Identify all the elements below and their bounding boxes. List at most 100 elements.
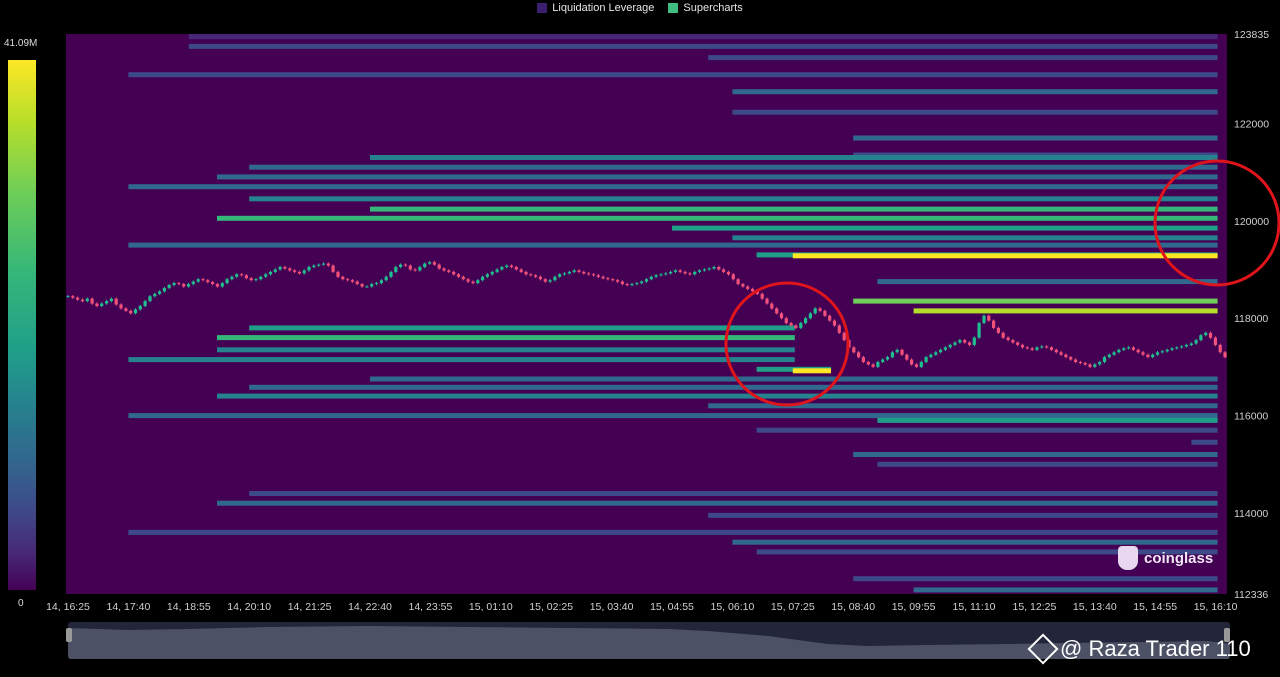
x-tick-label-15: 15, 11:10	[952, 601, 995, 613]
candle-body-133	[707, 268, 711, 270]
heatmap-band-36	[1191, 439, 1218, 445]
candle-body-24	[182, 284, 186, 287]
candle-body-55	[331, 265, 335, 272]
candle-body-67	[389, 271, 393, 277]
candle-body-28	[201, 279, 205, 281]
candle-body-37	[244, 275, 248, 279]
candle-body-209	[1074, 359, 1078, 362]
heatmap-band-22	[913, 308, 1218, 314]
x-tick-label-6: 14, 23:55	[409, 601, 453, 613]
candle-body-45	[283, 267, 287, 269]
candle-body-207	[1064, 354, 1068, 358]
candle-body-107	[582, 271, 586, 274]
heatmap-band-15	[672, 225, 1218, 231]
candle-body-191	[987, 315, 991, 321]
candle-body-121	[649, 276, 653, 280]
y-tick-label-0: 123835	[1234, 29, 1269, 41]
candle-body-135	[717, 267, 721, 270]
candle-body-18	[153, 293, 157, 297]
candle-body-158	[828, 315, 832, 321]
heatmap-band-26	[128, 357, 795, 363]
candle-body-88	[490, 271, 494, 275]
candle-body-66	[384, 276, 388, 281]
candle-body-129	[688, 273, 692, 275]
candle-10	[114, 297, 118, 306]
heatmap-band-14	[217, 215, 1218, 221]
candle-body-60	[355, 281, 359, 284]
candle-body-134	[712, 267, 716, 269]
x-tick-label-14: 15, 09:55	[892, 601, 936, 613]
candle-body-99	[543, 279, 547, 282]
candle-body-58	[346, 279, 350, 281]
candle-body-52	[317, 264, 321, 266]
candle-body-120	[644, 279, 649, 282]
candle-body-106	[577, 270, 581, 272]
heatmap-chart[interactable]: 123835 122000 120000 118000 116000 114000 1123…	[0, 0, 1280, 677]
candle-body-234	[1194, 340, 1198, 344]
candle-body-132	[702, 269, 706, 271]
candle-body-92	[509, 265, 514, 268]
candle-body-39	[254, 279, 258, 281]
candle-body-222	[1136, 349, 1140, 353]
heatmap-band-2	[708, 55, 1218, 61]
candle-body-84	[471, 281, 475, 284]
heatmap-band-13	[370, 206, 1218, 212]
x-tick-label-13: 15, 08:40	[831, 601, 875, 613]
candle-body-219	[1122, 348, 1126, 350]
candle-239	[1218, 343, 1222, 354]
heatmap-band-33	[128, 413, 1218, 419]
candle-body-145	[765, 298, 769, 304]
candle-body-157	[823, 310, 827, 316]
heatmap-band-23	[249, 325, 795, 331]
heatmap-band-20	[877, 279, 1218, 285]
candle-190	[982, 314, 986, 325]
candle-body-178	[924, 357, 928, 362]
candle-body-201	[1035, 347, 1039, 350]
candle-body-10	[114, 298, 118, 305]
heatmap-band-45	[853, 576, 1218, 582]
candle-body-23	[177, 283, 181, 285]
heatmap-band-35	[756, 427, 1218, 433]
candle-body-224	[1146, 354, 1150, 358]
candle-body-105	[572, 270, 576, 272]
candle-body-206	[1059, 352, 1063, 355]
candle-body-130	[693, 271, 697, 275]
navigator-left-handle[interactable]	[66, 628, 72, 642]
candle-body-163	[852, 347, 856, 353]
candle-body-56	[336, 271, 340, 277]
candle-body-179	[929, 354, 933, 358]
candle-body-208	[1069, 357, 1073, 360]
candle-body-216	[1107, 354, 1111, 358]
heatmap-band-28	[792, 368, 831, 374]
candle-body-194	[1001, 332, 1005, 338]
candle-body-141	[746, 286, 750, 289]
candle-body-229	[1170, 348, 1174, 350]
candle-body-111	[601, 276, 605, 279]
candle-body-40	[259, 276, 263, 280]
candle-body-237	[1208, 332, 1213, 338]
x-tick-label-12: 15, 07:25	[771, 601, 815, 613]
candle-body-190	[982, 315, 986, 323]
candle-body-9	[109, 298, 113, 302]
candle-body-183	[948, 344, 952, 348]
candle-body-73	[418, 267, 422, 271]
candle-body-128	[683, 271, 687, 274]
heatmap-band-37	[853, 452, 1218, 457]
candle-body-117	[630, 284, 634, 286]
candle-body-48	[297, 271, 301, 274]
candle-body-19	[158, 291, 162, 294]
candle-body-33	[225, 279, 229, 284]
candle-body-83	[466, 279, 470, 282]
candle-body-126	[673, 270, 677, 272]
candle-body-187	[967, 342, 972, 345]
heatmap-band-16	[732, 235, 1218, 241]
candle-body-215	[1102, 357, 1107, 362]
candle-body-78	[442, 268, 446, 271]
candle-body-153	[804, 318, 808, 324]
candle-body-119	[640, 281, 644, 284]
candle-body-81	[456, 274, 461, 277]
candle-body-65	[379, 280, 383, 284]
candle-body-184	[953, 342, 957, 345]
heatmap-band-31	[217, 393, 1218, 399]
candle-body-212	[1088, 364, 1092, 367]
